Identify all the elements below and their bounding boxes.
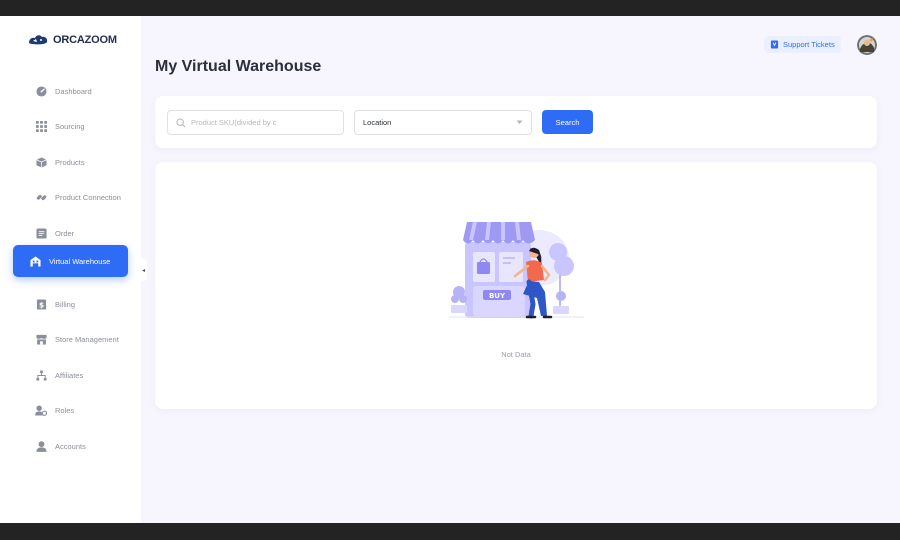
sidebar-item-label: Store Management [55,334,119,344]
support-tickets-button[interactable]: Support Tickets [764,36,841,53]
buy-sign-text: BUY [489,292,506,300]
sidebar-item-label: Affiliates [55,370,84,380]
empty-state-text: Not Data [501,350,531,359]
link-icon [35,191,47,203]
grid-icon [35,120,47,132]
empty-state-illustration: BUY [449,221,584,319]
account-icon [35,440,47,452]
search-icon [176,117,186,127]
sidebar-item-label: Sourcing [55,121,85,131]
sku-search-field[interactable] [167,110,344,135]
sidebar-item-label: Accounts [55,441,86,451]
sidebar-item-label: Product Connection [55,192,121,202]
warehouse-content-card: BUY Not Data [155,162,877,409]
sidebar-item-label: Roles [55,405,75,415]
box-icon [35,156,47,168]
sidebar-item-label: Order [55,228,75,238]
sidebar-item-accounts[interactable]: Accounts [13,430,128,462]
sidebar-item-dashboard[interactable]: Dashboard [13,75,128,107]
support-tickets-label: Support Tickets [783,40,835,49]
sidebar-item-label: Virtual Warehouse [49,256,111,266]
billing-icon: $ [35,298,47,310]
sidebar-item-label: Billing [55,299,76,309]
order-icon [35,227,47,239]
app-window: ORCAZOOM Dashboard Sourcing Products Pro [0,16,900,523]
affiliates-icon [35,369,47,381]
store-icon [35,333,47,345]
warehouse-icon [29,255,41,267]
location-select-value: Location [363,118,392,127]
chevron-left-icon: ◂ [141,267,145,274]
sidebar-item-sourcing[interactable]: Sourcing [13,110,128,142]
sidebar-item-label: Products [55,157,85,167]
ticket-icon [770,40,779,49]
user-avatar[interactable] [857,35,877,55]
sku-search-input[interactable] [191,118,331,127]
filter-card: Location Search [155,96,877,148]
sidebar-item-billing[interactable]: $ Billing [13,288,128,320]
dashboard-icon [35,85,47,97]
sidebar-item-virtual-warehouse[interactable]: Virtual Warehouse [13,245,128,277]
sidebar-item-products[interactable]: Products [13,146,128,178]
sidebar-item-store-management[interactable]: Store Management [13,323,128,355]
sidebar-item-roles[interactable]: Roles [13,394,128,426]
orca-logo-icon [29,35,48,45]
sidebar-item-product-connection[interactable]: Product Connection [13,181,128,213]
page-title: My Virtual Warehouse [155,58,322,75]
brand-name: ORCAZOOM [53,34,117,46]
sidebar-collapse-toggle[interactable]: ◂ [140,259,147,281]
window-bottom-bar [0,523,900,540]
window-top-bar [0,0,900,16]
svg-text:$: $ [38,300,43,309]
search-button[interactable]: Search [542,110,593,134]
sidebar-item-affiliates[interactable]: Affiliates [13,359,128,391]
sidebar: ORCAZOOM Dashboard Sourcing Products Pro [0,16,141,523]
chevron-down-icon [516,120,523,124]
sidebar-item-label: Dashboard [55,86,92,96]
brand-logo[interactable]: ORCAZOOM [27,33,117,47]
roles-icon [35,404,47,416]
location-select[interactable]: Location [354,110,532,135]
